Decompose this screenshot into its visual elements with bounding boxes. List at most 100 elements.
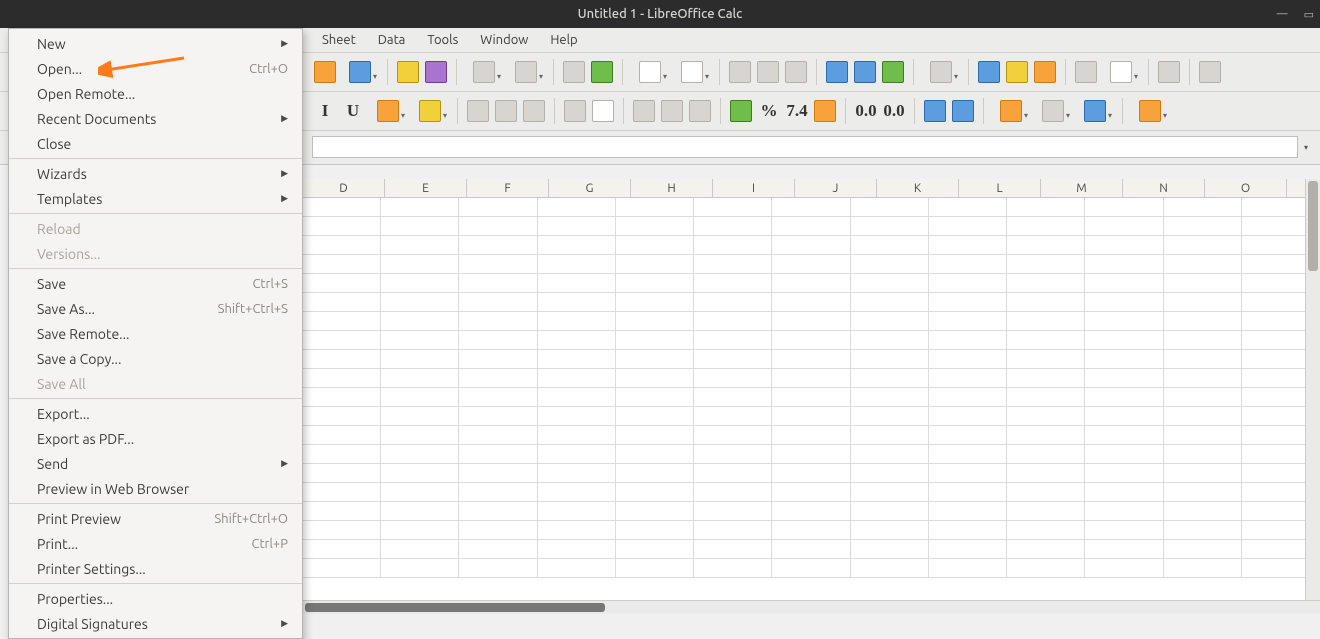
cell[interactable] (459, 293, 537, 312)
table-row[interactable] (303, 198, 1320, 217)
menuitem-export-as-pdf[interactable]: Export as PDF... (9, 426, 302, 451)
cell[interactable] (303, 198, 381, 217)
maximize-button[interactable]: ▭ (1304, 8, 1314, 21)
cell[interactable] (694, 426, 772, 445)
menuitem-send[interactable]: Send▶ (9, 451, 302, 476)
cell[interactable] (381, 483, 459, 502)
cell[interactable] (1164, 388, 1242, 407)
cell[interactable] (538, 198, 616, 217)
cell[interactable] (772, 559, 850, 578)
cell[interactable] (459, 255, 537, 274)
cell[interactable] (1007, 274, 1085, 293)
cell[interactable] (538, 331, 616, 350)
cell[interactable] (303, 540, 381, 559)
borders-button[interactable] (991, 96, 1031, 126)
cell[interactable] (1085, 274, 1163, 293)
cell[interactable] (1085, 540, 1163, 559)
split-window-button[interactable] (1156, 57, 1182, 87)
cell[interactable] (538, 255, 616, 274)
cell[interactable] (929, 388, 1007, 407)
cell[interactable] (538, 502, 616, 521)
horizontal-scrollbar[interactable] (303, 600, 1320, 614)
cell[interactable] (303, 331, 381, 350)
cell[interactable] (459, 464, 537, 483)
inc-indent-button[interactable] (922, 96, 948, 126)
cell[interactable] (1164, 521, 1242, 540)
draw-functions-button[interactable] (1197, 57, 1223, 87)
menu-tools[interactable]: Tools (417, 30, 468, 50)
cell[interactable] (694, 521, 772, 540)
cell[interactable] (459, 407, 537, 426)
cell[interactable] (538, 540, 616, 559)
cell[interactable] (1164, 255, 1242, 274)
cell[interactable] (616, 388, 694, 407)
cell[interactable] (303, 407, 381, 426)
cell[interactable] (1085, 388, 1163, 407)
cell[interactable] (694, 502, 772, 521)
cell[interactable] (303, 217, 381, 236)
cell[interactable] (694, 445, 772, 464)
cell[interactable] (929, 540, 1007, 559)
cell[interactable] (772, 407, 850, 426)
cell[interactable] (851, 559, 929, 578)
cell[interactable] (851, 445, 929, 464)
cell[interactable] (694, 350, 772, 369)
cell[interactable] (929, 255, 1007, 274)
cell[interactable] (381, 464, 459, 483)
cell[interactable] (616, 331, 694, 350)
cell[interactable] (772, 331, 850, 350)
cell[interactable] (459, 445, 537, 464)
cell[interactable] (381, 217, 459, 236)
cell[interactable] (616, 217, 694, 236)
cell[interactable] (1007, 540, 1085, 559)
cell[interactable] (459, 540, 537, 559)
cell[interactable] (538, 236, 616, 255)
vertical-scrollbar[interactable] (1305, 179, 1320, 600)
cell[interactable] (1085, 521, 1163, 540)
cell[interactable] (538, 369, 616, 388)
cell[interactable] (772, 369, 850, 388)
cell[interactable] (538, 559, 616, 578)
align-mid-button[interactable] (659, 96, 685, 126)
menuitem-export[interactable]: Export... (9, 401, 302, 426)
underline-button[interactable]: U (340, 96, 366, 126)
highlight-button[interactable] (410, 96, 450, 126)
column-headers[interactable]: DEFGHIJKLMNO (303, 179, 1320, 198)
cell[interactable] (1164, 217, 1242, 236)
cell[interactable] (381, 426, 459, 445)
cell[interactable] (459, 331, 537, 350)
cell[interactable] (694, 255, 772, 274)
cell[interactable] (851, 198, 929, 217)
cell[interactable] (851, 407, 929, 426)
cell[interactable] (1164, 559, 1242, 578)
cell[interactable] (1085, 559, 1163, 578)
cell[interactable] (459, 274, 537, 293)
cell[interactable] (694, 407, 772, 426)
cell[interactable] (1164, 312, 1242, 331)
menuitem-save-remote[interactable]: Save Remote... (9, 321, 302, 346)
cell[interactable] (381, 331, 459, 350)
cell[interactable] (1164, 483, 1242, 502)
cell[interactable] (929, 407, 1007, 426)
merge-button[interactable] (590, 96, 616, 126)
menu-help[interactable]: Help (540, 30, 587, 50)
add-decimal-button[interactable]: 0.0 (853, 96, 879, 126)
cell[interactable] (303, 559, 381, 578)
cell[interactable] (851, 369, 929, 388)
cell[interactable] (772, 521, 850, 540)
align-left-button[interactable] (465, 96, 491, 126)
cell[interactable] (303, 350, 381, 369)
cell[interactable] (772, 236, 850, 255)
cell[interactable] (459, 217, 537, 236)
cell[interactable] (772, 426, 850, 445)
cell[interactable] (1007, 293, 1085, 312)
cell[interactable] (459, 426, 537, 445)
cell[interactable] (1085, 255, 1163, 274)
cell[interactable] (616, 483, 694, 502)
cell[interactable] (851, 521, 929, 540)
cell[interactable] (929, 198, 1007, 217)
menuitem-new[interactable]: New▶ (9, 31, 302, 56)
col-header-N[interactable]: N (1123, 179, 1205, 197)
cell[interactable] (851, 255, 929, 274)
cell[interactable] (1164, 464, 1242, 483)
